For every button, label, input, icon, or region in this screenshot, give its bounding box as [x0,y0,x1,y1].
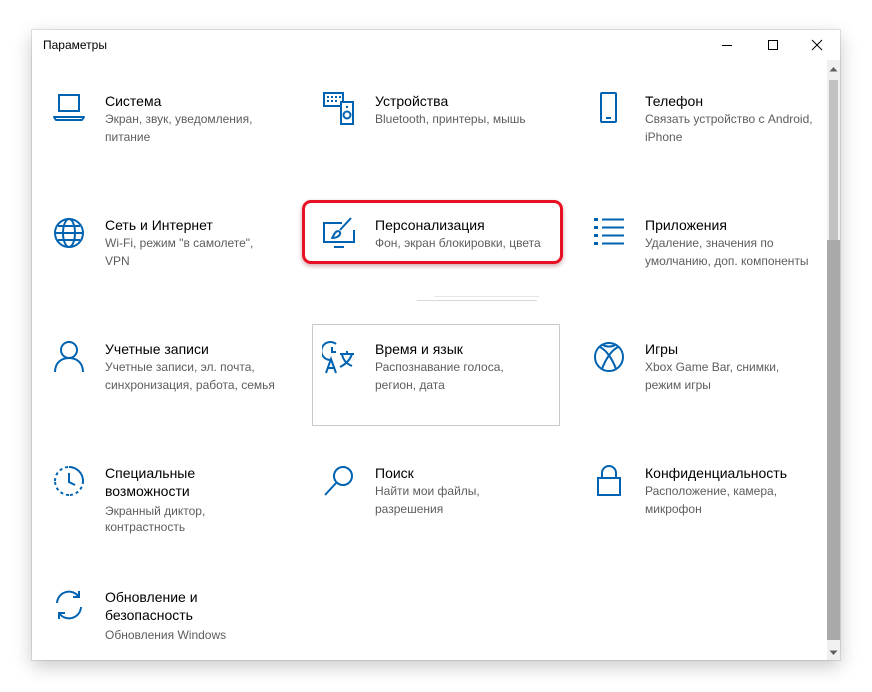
tile-description: разрешения [375,502,444,516]
tile-description: контрастность [105,520,186,534]
tile-devices[interactable]: Устройства Bluetooth, принтеры, мышь [302,90,552,186]
tile-update-security[interactable]: Обновление и безопасность Обновления Win… [32,586,282,660]
tile-title: Конфиденциальность [645,465,788,481]
scroll-thumb[interactable] [829,80,838,240]
tile-description: питание [105,130,151,144]
tile-description: VPN [105,254,130,268]
tile-title: Сеть и Интернет [105,217,213,233]
tile-description: iPhone [645,130,683,144]
minimize-icon [722,45,732,46]
tile-gaming[interactable]: Игры Xbox Game Bar, снимки, режим игры [572,338,822,434]
tile-description: Расположение, камера, [645,484,778,498]
page: Параметры Система Экран, звук, уведомлен… [0,0,872,692]
settings-window: Параметры Система Экран, звук, уведомлен… [32,30,840,660]
tile-description: микрофон [645,502,702,516]
apps-list-icon [592,216,626,250]
tile-description: Xbox Game Bar, снимки, [645,360,780,374]
tile-phone[interactable]: Телефон Связать устройство с Android, iP… [572,90,822,186]
globe-icon [52,216,86,250]
tile-title: Поиск [375,465,414,481]
tile-description: Экран, звук, уведомления, [105,112,253,126]
tile-title: Обновление и [105,589,198,605]
highlight-frame [302,200,563,264]
tile-description: Удаление, значения по [645,236,774,250]
tile-search[interactable]: Поиск Найти мои файлы, разрешения [302,462,552,558]
tile-description: Обновления Windows [105,628,227,642]
time-language-icon [322,340,356,374]
person-icon [52,340,86,374]
tile-system[interactable]: Система Экран, звук, уведомления, питани… [32,90,282,186]
keyboard-speaker-icon [322,92,356,126]
tile-network[interactable]: Сеть и Интернет Wi-Fi, режим "в самолете… [32,214,282,310]
tile-description: Экранный диктор, [105,504,206,518]
vertical-scrollbar[interactable] [827,60,840,660]
maximize-button[interactable] [750,30,796,60]
tile-time-language[interactable]: Время и язык Распознавание голоса, регио… [302,338,552,434]
tile-description: умолчанию, доп. компоненты [645,254,809,268]
scroll-track[interactable] [827,240,840,640]
tile-description: Связать устройство с Android, [645,112,813,126]
sync-arrows-icon [52,588,86,622]
settings-grid: Система Экран, звук, уведомления, питани… [32,60,827,660]
chevron-down-icon [829,650,838,655]
scroll-down-button[interactable] [827,646,840,660]
maximize-icon [768,40,778,50]
search-icon [322,464,356,498]
scroll-up-button[interactable] [827,62,840,76]
chevron-up-icon [829,67,838,72]
tile-description: Wi-Fi, режим "в самолете", [105,236,254,250]
tile-ease-of-access[interactable]: Специальные возможности Экранный диктор,… [32,462,282,572]
xbox-icon [592,340,626,374]
tile-description: режим игры [645,378,711,392]
tile-title: Устройства [375,93,449,109]
tile-title: Учетные записи [105,341,209,357]
title-bar[interactable]: Параметры [32,30,840,60]
tile-title: Приложения [645,217,727,233]
ease-of-access-icon [52,464,86,498]
minimize-button[interactable] [704,30,750,60]
tile-description: Bluetooth, принтеры, мышь [375,112,526,126]
tile-description: Найти мои файлы, [375,484,480,498]
tile-description: Распознавание голоса, [375,360,504,374]
tile-title-line2: возможности [105,483,190,499]
tile-title: Система [105,93,162,109]
tile-apps[interactable]: Приложения Удаление, значения по умолчан… [572,214,822,310]
tile-description: Учетные записи, эл. почта, [105,360,255,374]
tile-title: Специальные [105,465,196,481]
tile-title: Время и язык [375,341,463,357]
close-button[interactable] [794,30,840,60]
tile-title-line2: безопасность [105,607,193,623]
lock-icon [592,464,626,498]
phone-icon [592,92,626,126]
window-title: Параметры [43,38,107,52]
tile-title: Игры [645,341,679,357]
tile-title: Телефон [645,93,704,109]
tile-privacy[interactable]: Конфиденциальность Расположение, камера,… [572,462,822,558]
tile-accounts[interactable]: Учетные записи Учетные записи, эл. почта… [32,338,282,434]
tile-description: регион, дата [375,378,445,392]
laptop-icon [52,92,86,126]
tile-description: синхронизация, работа, семья [105,378,275,392]
close-icon [811,39,823,51]
